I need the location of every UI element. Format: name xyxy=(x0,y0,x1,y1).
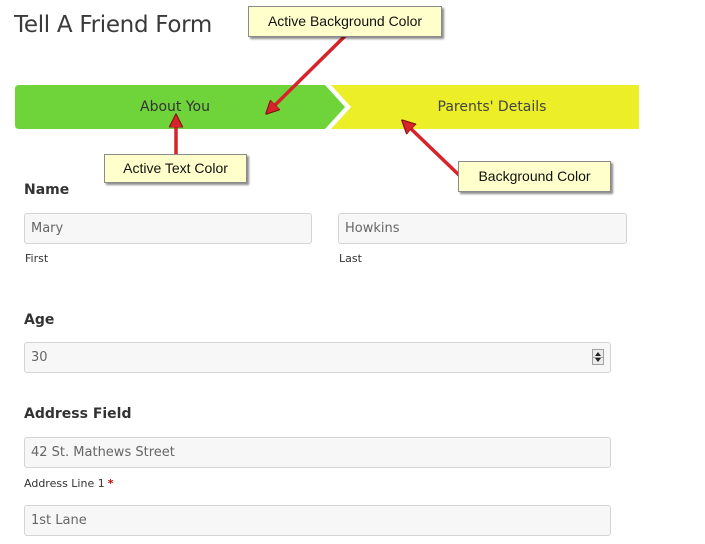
age-stepper[interactable] xyxy=(592,349,604,365)
age-input[interactable]: 30 xyxy=(24,342,611,373)
first-sub-label: First xyxy=(25,252,49,265)
age-value: 30 xyxy=(31,350,48,365)
last-sub-label: Last xyxy=(339,252,362,265)
address-line1-input[interactable]: 42 St. Mathews Street xyxy=(24,437,611,468)
step-parents-details[interactable]: Parents' Details xyxy=(345,85,639,129)
callout-active-background: Active Background Color xyxy=(248,6,442,37)
progress-steps: About You Parents' Details xyxy=(15,85,639,129)
callout-background: Background Color xyxy=(458,161,611,192)
callout-active-text: Active Text Color xyxy=(104,154,247,183)
address-line2-input[interactable]: 1st Lane xyxy=(24,505,611,536)
arrow-background xyxy=(406,124,462,178)
required-mark: * xyxy=(107,477,114,490)
step-about-you[interactable]: About You xyxy=(15,85,335,129)
age-label: Age xyxy=(24,312,55,328)
address-line1-sub-label: Address Line 1 * xyxy=(24,477,114,490)
address-label: Address Field xyxy=(24,406,132,422)
last-name-input[interactable]: Howkins xyxy=(338,213,627,244)
name-label: Name xyxy=(24,182,70,198)
first-name-input[interactable]: Mary xyxy=(24,213,312,244)
form-title: Tell A Friend Form xyxy=(14,12,213,38)
address-line1-label-text: Address Line 1 xyxy=(24,477,105,490)
stepper-down-icon[interactable] xyxy=(595,358,601,362)
stepper-up-icon[interactable] xyxy=(595,352,601,356)
